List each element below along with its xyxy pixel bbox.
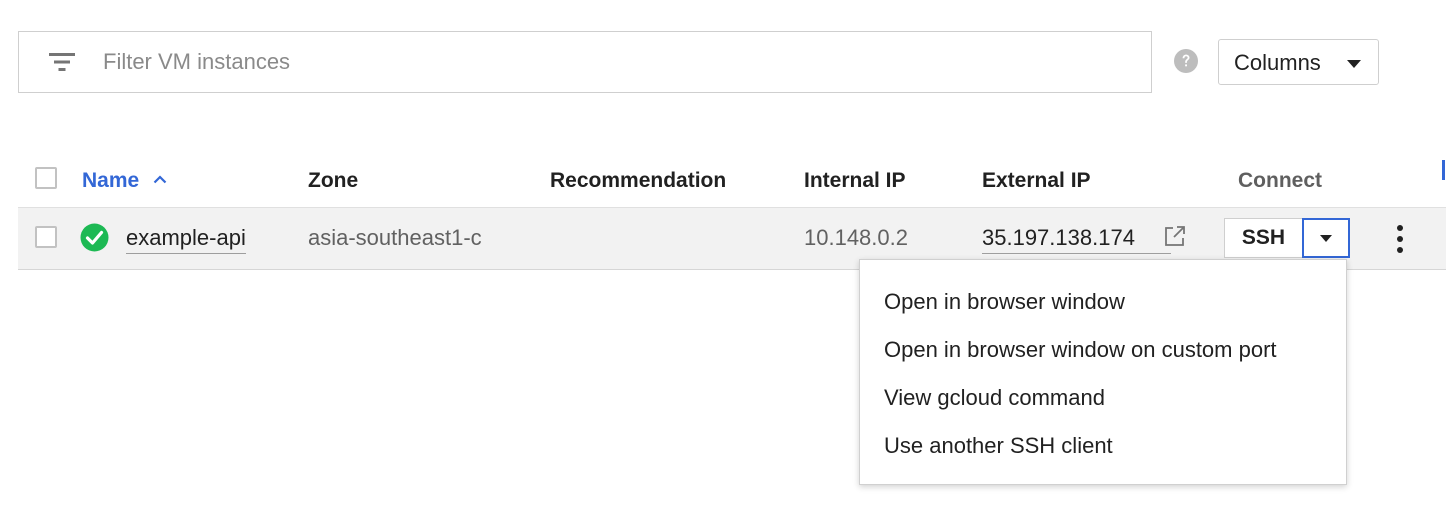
menu-item-use-another-ssh-client[interactable]: Use another SSH client xyxy=(860,424,1346,468)
ssh-options-menu: Open in browser window Open in browser w… xyxy=(859,259,1347,485)
menu-item-view-gcloud-command[interactable]: View gcloud command xyxy=(860,376,1346,420)
instance-zone: asia-southeast1-c xyxy=(308,225,482,250)
column-header-external-ip[interactable]: External IP xyxy=(982,169,1091,193)
column-header-recommendation[interactable]: Recommendation xyxy=(550,169,726,193)
arrow-drop-down-icon xyxy=(1320,235,1332,242)
column-header-internal-ip[interactable]: Internal IP xyxy=(804,169,906,193)
column-header-name[interactable]: Name xyxy=(82,169,139,193)
menu-item-open-browser-custom-port[interactable]: Open in browser window on custom port xyxy=(860,328,1346,372)
arrow-drop-down-icon xyxy=(1347,60,1361,68)
help-icon[interactable] xyxy=(1174,49,1198,73)
filter-bar xyxy=(18,31,1152,93)
open-in-new-icon[interactable] xyxy=(1163,225,1187,247)
ssh-button[interactable]: SSH xyxy=(1224,218,1302,258)
filter-input[interactable] xyxy=(103,42,1103,82)
instance-name-link[interactable]: example-api xyxy=(126,225,246,254)
ssh-dropdown-button[interactable] xyxy=(1302,218,1350,258)
menu-item-open-browser-window[interactable]: Open in browser window xyxy=(860,280,1346,324)
instance-internal-ip: 10.148.0.2 xyxy=(804,225,908,250)
row-checkbox[interactable] xyxy=(35,226,57,248)
filter-list-icon[interactable] xyxy=(49,52,75,72)
scroll-edge-indicator xyxy=(1442,160,1445,180)
columns-button[interactable]: Columns xyxy=(1218,39,1379,85)
arrow-up-icon[interactable] xyxy=(153,174,167,184)
column-header-zone[interactable]: Zone xyxy=(308,169,358,193)
select-all-checkbox[interactable] xyxy=(35,167,57,189)
instance-external-ip-link[interactable]: 35.197.138.174 xyxy=(982,225,1171,254)
more-vert-icon[interactable] xyxy=(1390,223,1410,255)
columns-button-label: Columns xyxy=(1234,50,1321,75)
column-header-connect: Connect xyxy=(1238,169,1322,192)
check-circle-icon xyxy=(80,223,109,252)
